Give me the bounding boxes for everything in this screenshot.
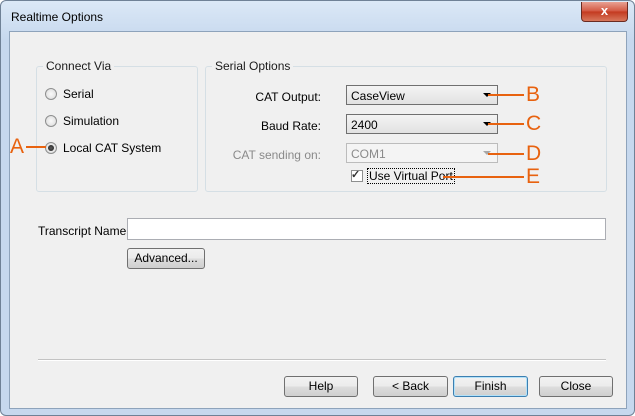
connect-via-group: Connect Via Serial Simulation Local CAT … [36,59,198,192]
use-virtual-port-checkbox-row[interactable]: ✓ Use Virtual Port [351,168,455,184]
cat-output-value: CaseView [351,89,405,103]
back-button[interactable]: < Back [373,376,448,397]
cat-output-label: CAT Output: [255,90,321,104]
close-window-button[interactable]: x [581,2,628,22]
radio-label-serial: Serial [63,87,94,101]
finish-button[interactable]: Finish [453,376,528,397]
callout-c: C [526,112,542,135]
callout-c-line [488,123,524,125]
radio-button[interactable] [45,115,57,127]
baud-rate-select[interactable]: 2400 [346,114,498,134]
radio-button[interactable] [45,88,57,100]
finish-button-label: Finish [474,379,507,393]
radio-label-local-cat: Local CAT System [63,141,162,155]
cat-output-select[interactable]: CaseView [346,85,498,105]
connect-via-title: Connect Via [43,59,115,73]
transcript-name-input[interactable] [127,218,606,240]
cat-sending-on-select: COM1 [346,143,498,163]
window-title: Realtime Options [11,10,104,24]
use-virtual-port-label: Use Virtual Port [367,168,455,184]
cat-sending-on-value: COM1 [351,147,386,161]
cat-sending-on-label: CAT sending on: [232,148,321,162]
callout-b: B [526,83,541,106]
serial-options-title: Serial Options [212,59,294,73]
callout-a-line [26,146,46,148]
radio-simulation[interactable]: Simulation [45,113,119,129]
radio-label-simulation: Simulation [63,114,120,128]
help-button[interactable]: Help [284,376,358,397]
callout-d-line [488,153,524,155]
transcript-name-label: Transcript Name: [38,224,130,238]
use-virtual-port-checkbox[interactable]: ✓ [351,169,363,182]
callout-b-line [488,94,524,96]
close-icon: x [600,3,609,18]
advanced-button[interactable]: Advanced... [127,248,205,269]
callout-e-line [443,176,524,178]
callout-a: A [10,135,25,158]
title-bar[interactable]: Realtime Options x [1,1,634,31]
serial-options-group: Serial Options CAT Output: CaseView Baud… [205,59,607,192]
baud-rate-label: Baud Rate: [260,119,321,133]
advanced-button-label: Advanced... [134,251,198,265]
radio-local-cat-system[interactable]: Local CAT System [45,140,161,156]
close-button-label: Close [560,379,592,393]
help-button-label: Help [308,379,334,393]
back-button-label: < Back [391,379,430,393]
callout-e: E [526,165,541,188]
close-button[interactable]: Close [539,376,613,397]
callout-d: D [526,142,542,165]
checkmark-icon: ✓ [351,169,361,181]
dialog-window: Realtime Options x Connect Via Serial Si… [0,0,635,416]
radio-serial[interactable]: Serial [45,86,94,102]
footer-separator [38,359,606,361]
radio-button-selected[interactable] [45,142,57,154]
baud-rate-value: 2400 [351,118,378,132]
